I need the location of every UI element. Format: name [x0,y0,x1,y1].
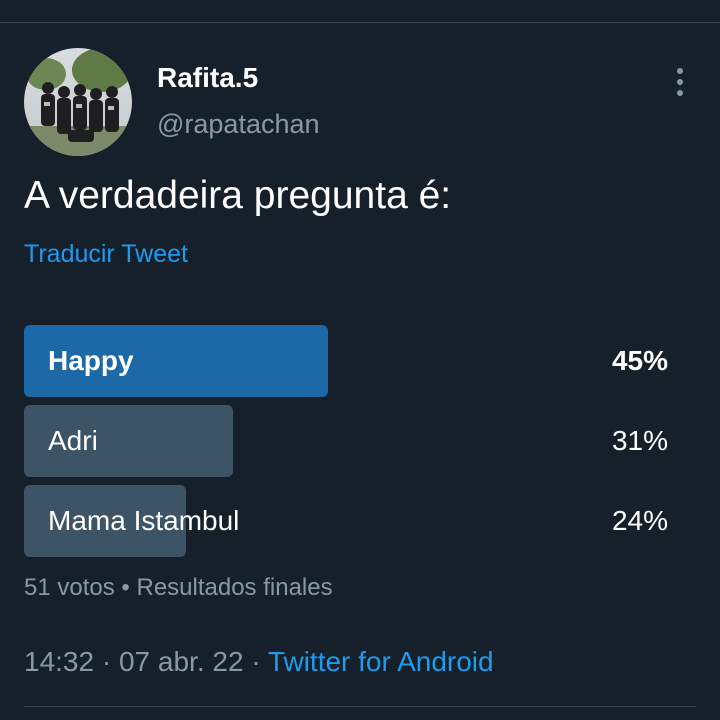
more-dot [677,79,683,85]
poll-option: Happy 45% [24,325,672,397]
tweet-time[interactable]: 14:32 [24,646,94,677]
footer-separator: · [101,646,112,677]
more-dot [677,68,683,74]
top-divider [0,22,720,23]
poll-option-percent: 24% [611,505,668,536]
tweet-text: A verdadeira pregunta é: [24,174,452,217]
more-dot [677,90,683,96]
bottom-divider [24,706,696,707]
avatar[interactable] [24,48,132,156]
poll-option-label: Happy [48,345,134,376]
tweet-date[interactable]: 07 abr. 22 [119,646,244,677]
poll-option: Mama Istambul 24% [24,485,672,557]
poll-option-percent: 45% [611,345,668,376]
footer-separator: · [251,646,261,677]
poll-option: Adri 31% [24,405,672,477]
poll-status: Resultados finales [136,574,333,601]
author-handle[interactable]: @rapatachan [157,109,320,140]
translate-tweet-link[interactable]: Traducir Tweet [24,240,188,269]
poll-option-label: Adri [48,425,98,456]
poll-option-label: Mama Istambul [48,505,240,536]
tweet-source-link[interactable]: Twitter for Android [268,646,494,677]
more-vertical-icon[interactable] [664,62,696,102]
author-display-name[interactable]: Rafita.5 [157,62,258,94]
tweet-footer: 14:32 · 07 abr. 22 · Twitter for Android [24,646,494,678]
poll-option-percent: 31% [611,425,668,456]
meta-separator: • [121,574,130,601]
poll-votes: 51 votos [24,574,115,601]
poll-meta: 51 votos • Resultados finales [24,574,333,602]
